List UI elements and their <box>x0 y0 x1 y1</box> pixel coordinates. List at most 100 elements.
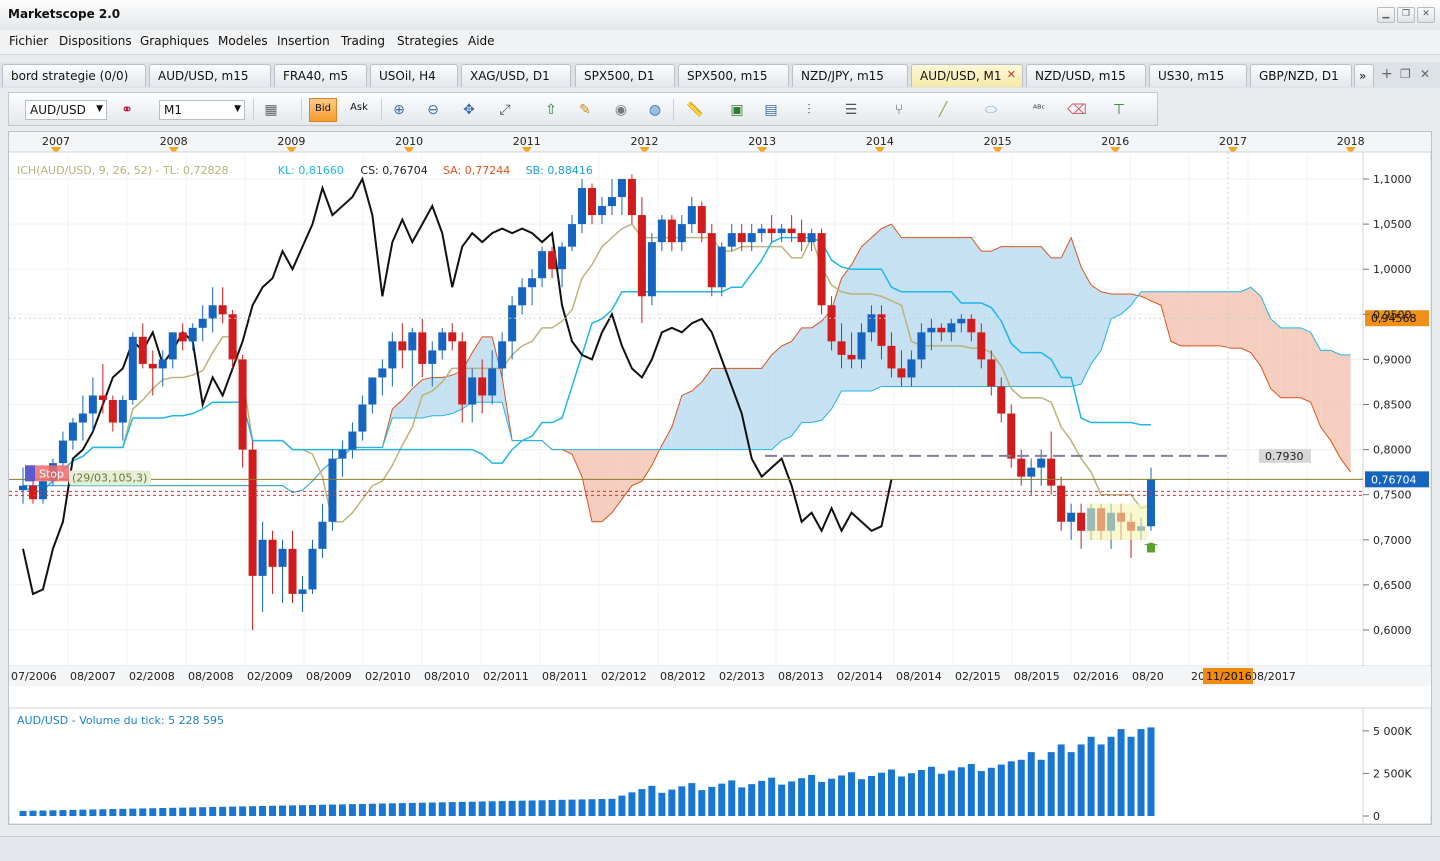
eye-icon[interactable]: ◉ <box>611 100 631 120</box>
tab-fra40-m5[interactable]: FRA40, m5 <box>274 64 367 87</box>
menu-trading[interactable]: Trading <box>341 34 385 48</box>
menu-insertion[interactable]: Insertion <box>277 34 330 48</box>
float-window-icon[interactable]: ❐ <box>1400 67 1411 81</box>
restore-button[interactable]: ❐ <box>1397 7 1415 23</box>
volume-bar <box>79 809 87 816</box>
cloud-segment <box>1290 327 1301 398</box>
year-label: 2009 <box>277 135 305 148</box>
bid-button[interactable]: Bid <box>309 98 337 122</box>
menu-dispositions[interactable]: Dispositions <box>59 34 132 48</box>
cloud-segment <box>631 449 642 486</box>
menu-graphiques[interactable]: Graphiques <box>140 34 209 48</box>
volume-bar <box>49 810 57 816</box>
cloud-segment <box>861 237 872 391</box>
menu-aide[interactable]: Aide <box>468 34 495 48</box>
chart-canvas[interactable]: 2007 2008 2009 2010 2011 2012 2013 2014 2015 2016… <box>8 132 1432 825</box>
image-icon[interactable]: ▣ <box>727 100 747 120</box>
properties-icon[interactable]: ✎ <box>575 100 595 120</box>
hierarchy-icon[interactable]: ⊤ <box>1109 100 1129 120</box>
volume-bar <box>89 809 97 816</box>
pitchfork-icon[interactable]: ⑂ <box>889 100 909 120</box>
candle-body <box>887 345 896 369</box>
minimize-button[interactable]: ▁ <box>1377 7 1395 23</box>
tab-overflow-button[interactable]: » <box>1354 64 1374 87</box>
cloud-segment <box>971 237 982 387</box>
ruler-icon[interactable]: 📏 <box>685 100 705 120</box>
cloud-segment <box>711 368 722 450</box>
volume-bar <box>1047 752 1055 816</box>
close-tab-icon[interactable]: ✕ <box>1007 68 1016 81</box>
date-tick-label: 08/2011 <box>542 670 588 683</box>
candle-body <box>19 485 27 491</box>
candle-body <box>717 246 726 288</box>
candle-body <box>158 359 167 369</box>
year-label: 2008 <box>160 135 188 148</box>
menu-strategies[interactable]: Strategies <box>397 34 458 48</box>
cursor-icon[interactable]: ⇧ <box>541 100 561 120</box>
year-label: 2011 <box>513 135 541 148</box>
menu-fichier[interactable]: Fichier <box>9 34 48 48</box>
tab-audusd-m1[interactable]: AUD/USD, M1 ✕ <box>911 64 1023 87</box>
tab-us30-m15[interactable]: US30, m15 <box>1149 64 1247 87</box>
candle-body <box>358 404 367 432</box>
volume-bar <box>249 806 257 816</box>
tab-gbpnzd-d1[interactable]: GBP/NZD, D1 <box>1250 64 1352 87</box>
tab-usoil-h4[interactable]: USOil, H4 <box>370 64 458 87</box>
tab-label: GBP/NZD, D1 <box>1259 69 1339 83</box>
candle-body <box>787 228 796 234</box>
cloud-segment <box>1011 246 1022 387</box>
volume-bar <box>1007 761 1015 816</box>
volume-bar <box>1137 729 1145 816</box>
date-tick-label: 08/20 <box>1132 670 1164 683</box>
ask-button[interactable]: Ask <box>345 98 373 122</box>
cloud-segment <box>1021 246 1032 387</box>
volume-bar <box>548 800 556 816</box>
close-window-icon[interactable]: ✕ <box>1420 67 1430 81</box>
volume-bar <box>718 783 726 816</box>
year-label: 2018 <box>1337 135 1365 148</box>
volume-bar <box>388 803 396 816</box>
cloud-segment <box>961 237 972 387</box>
candle-body <box>538 251 547 279</box>
timeframe-select[interactable]: M1 ▼ <box>159 100 245 120</box>
volume-bar <box>977 771 985 816</box>
add-tab-icon[interactable]: + <box>1381 66 1393 82</box>
tab-nzdusd-m15[interactable]: NZD/USD, m15 <box>1026 64 1146 87</box>
fit-icon[interactable]: ⤢ <box>495 100 515 120</box>
cloud-segment <box>1220 291 1231 349</box>
date-tick-label: 02/2009 <box>247 670 293 683</box>
candle-body <box>458 341 467 405</box>
text-icon[interactable]: ᴬᴮᶜ <box>1029 100 1049 120</box>
template-icon[interactable]: ▤ <box>761 100 781 120</box>
link-chart-icon[interactable]: ⚭ <box>117 100 137 120</box>
move-icon[interactable]: ✥ <box>459 100 479 120</box>
tab-spx500-m15[interactable]: SPX500, m15 <box>678 64 789 87</box>
eraser-icon[interactable]: ⌫ <box>1067 100 1087 120</box>
zoom-out-icon[interactable]: ⊖ <box>423 100 443 120</box>
ellipse-icon[interactable]: ⬭ <box>981 100 1001 120</box>
chart-type-icon[interactable]: ▦ <box>261 100 281 120</box>
volume-bar <box>29 810 37 816</box>
indicators-icon[interactable]: ⫶ <box>799 100 819 120</box>
candle-body <box>518 287 527 306</box>
year-label: 2007 <box>42 135 70 148</box>
cloud-segment <box>871 228 882 391</box>
tab-audusd-m15[interactable]: AUD/USD, m15 <box>149 64 271 87</box>
instrument-select[interactable]: AUD/USD ▼ <box>25 100 107 120</box>
volume-bar <box>299 805 307 816</box>
candle-body <box>657 219 666 243</box>
tab-nzdjpy-m15[interactable]: NZD/JPY, m15 <box>792 64 908 87</box>
tab-spx500-d1[interactable]: SPX500, D1 <box>575 64 675 87</box>
tab-xagusd-d1[interactable]: XAG/USD, D1 <box>461 64 571 87</box>
price-tick-label: 1,1000 <box>1373 173 1412 186</box>
candle-body <box>827 305 836 342</box>
menu-modeles[interactable]: Modeles <box>218 34 268 48</box>
candle-body <box>78 413 87 423</box>
close-button[interactable]: ✕ <box>1417 7 1435 23</box>
zoom-in-icon[interactable]: ⊕ <box>389 100 409 120</box>
globe-icon[interactable]: ◍ <box>645 100 665 120</box>
pen-icon[interactable]: ╱ <box>933 100 953 120</box>
volume-bar <box>828 778 836 816</box>
lines-icon[interactable]: ☰ <box>841 100 861 120</box>
tab-bord-strategie[interactable]: bord strategie (0/0) <box>2 64 146 87</box>
